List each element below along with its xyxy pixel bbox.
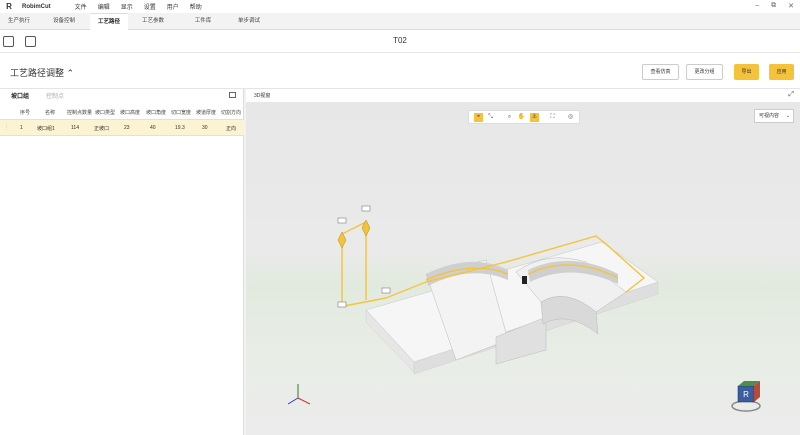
export-button[interactable]: 导出 xyxy=(734,64,759,80)
table-header: 序号 名称 控制点数量 坡口类型 坡口高度 坡口角度 切口宽度 坡道厚度 切割方… xyxy=(0,106,244,119)
3d-viewport[interactable]: ⌖ ⤡ ⌕ ✋ ⚓ ⛶ ◎ 可视内容 ⌄ R xyxy=(246,102,800,435)
menu-view[interactable]: 显示 xyxy=(121,2,133,11)
menu-settings[interactable]: 设置 xyxy=(144,2,156,11)
import-icon[interactable] xyxy=(3,36,14,47)
cell-points: 114 xyxy=(71,125,79,131)
title-bar: R RobimCut 文件 编辑 显示 设置 用户 帮助 – ⧉ ✕ xyxy=(0,0,800,13)
cell-width: 19.3 xyxy=(175,125,185,131)
menu-bar: 文件 编辑 显示 设置 用户 帮助 xyxy=(75,2,213,11)
app-logo: R xyxy=(6,1,12,11)
right-panel: 3D视窗 ⤢ ⌖ ⤡ ⌕ ✋ ⚓ ⛶ ◎ 可视内容 ⌄ R xyxy=(246,89,800,435)
menu-user[interactable]: 用户 xyxy=(167,2,179,11)
tab-process-params[interactable]: 工艺参数 xyxy=(128,13,178,30)
col-type: 坡口类型 xyxy=(95,110,116,116)
view-simulation-button[interactable]: 查看仿真 xyxy=(642,64,679,80)
tab-device-control[interactable]: 设备控制 xyxy=(38,13,90,30)
document-toolbar: T02 xyxy=(0,30,800,53)
save-icon[interactable] xyxy=(25,36,36,47)
tab-groove-group[interactable]: 坡口组 xyxy=(11,91,29,100)
left-panel: 坡口组 控制点 序号 名称 控制点数量 坡口类型 坡口高度 坡口角度 切口宽度 … xyxy=(0,89,244,435)
change-group-button[interactable]: 更改分组 xyxy=(686,64,723,80)
page-title[interactable]: 工艺路径调整 ⌃ xyxy=(10,66,74,79)
drag-handle-icon[interactable]: ⋮ xyxy=(4,125,9,131)
view-cube-icon: R xyxy=(731,381,761,412)
cell-angle: 40 xyxy=(150,125,156,131)
cell-type: 正坡口 xyxy=(94,126,110,132)
left-panel-tabs: 坡口组 控制点 xyxy=(0,89,243,101)
col-direction: 切割方向 xyxy=(221,110,242,116)
cell-name: 坡口组1 xyxy=(37,126,55,132)
tab-process-path[interactable]: 工艺路径 xyxy=(90,13,128,30)
tab-part-library[interactable]: 工件库 xyxy=(178,13,228,30)
window-close-icon[interactable]: ✕ xyxy=(788,2,794,10)
col-width: 切口宽度 xyxy=(171,110,192,116)
table-row[interactable]: ⋮ 1 坡口组1 114 正坡口 23 40 19.3 30 正向 xyxy=(0,119,244,136)
viewport-header: 3D视窗 ⤢ xyxy=(246,89,800,102)
main-tabs: 生产执行 设备控制 工艺路径 工艺参数 工件库 单步调试 xyxy=(0,13,800,30)
viewport-title: 3D视窗 xyxy=(254,93,271,99)
tab-step-debug[interactable]: 单步调试 xyxy=(228,13,270,30)
apply-button[interactable]: 应用 xyxy=(769,64,794,80)
col-name: 名称 xyxy=(45,110,56,116)
cell-thickness: 30 xyxy=(202,125,208,131)
window-maximize-icon[interactable]: ⧉ xyxy=(771,2,776,10)
col-angle: 坡口角度 xyxy=(146,110,167,116)
tab-control-points[interactable]: 控制点 xyxy=(46,91,64,100)
fullscreen-icon[interactable]: ⤢ xyxy=(788,91,794,99)
window-minimize-icon[interactable]: – xyxy=(755,2,759,10)
workpiece-part xyxy=(365,241,659,375)
3d-model-scene: R xyxy=(287,205,761,412)
document-title: T02 xyxy=(393,36,407,45)
chevron-up-icon: ⌃ xyxy=(66,68,75,78)
tab-production[interactable]: 生产执行 xyxy=(0,13,38,30)
col-height: 坡口高度 xyxy=(120,110,141,116)
panel-layout-icon[interactable] xyxy=(229,92,236,98)
page-header: 工艺路径调整 ⌃ 查看仿真 更改分组 导出 应用 xyxy=(0,53,800,89)
menu-help[interactable]: 帮助 xyxy=(190,2,202,11)
menu-file[interactable]: 文件 xyxy=(75,2,87,11)
app-name: RobimCut xyxy=(22,3,51,10)
col-points: 控制点数量 xyxy=(67,110,93,116)
col-thickness: 坡道厚度 xyxy=(196,110,217,116)
cell-index: 1 xyxy=(20,125,23,131)
col-index: 序号 xyxy=(20,110,31,116)
axis-triad-icon xyxy=(287,384,311,405)
cell-height: 23 xyxy=(124,125,130,131)
svg-text:R: R xyxy=(743,390,749,399)
menu-edit[interactable]: 编辑 xyxy=(98,2,110,11)
window-controls: – ⧉ ✕ xyxy=(755,2,794,10)
cell-direction: 正向 xyxy=(226,126,237,132)
